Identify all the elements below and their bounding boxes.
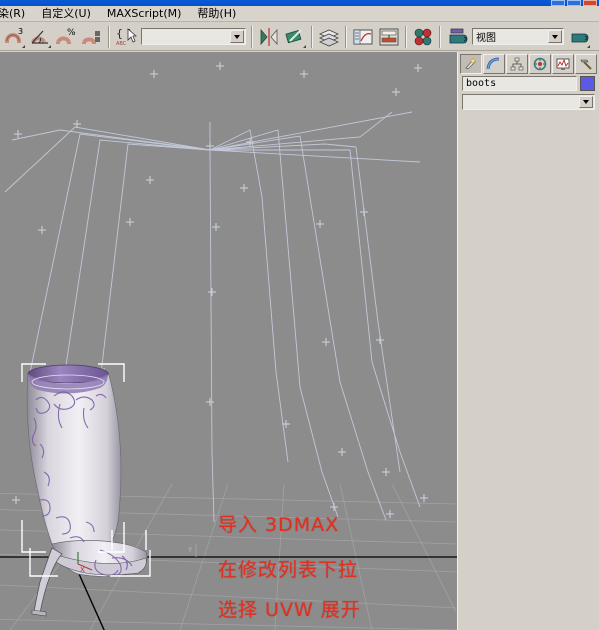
max-application-window: 染(R) 自定义(U) MAXScript(M) 帮助(H) 3 % {} A… (0, 0, 599, 630)
tab-create[interactable] (460, 54, 482, 74)
tab-modify[interactable] (483, 54, 505, 74)
toolbar-separator (345, 25, 347, 48)
menubar: 染(R) 自定义(U) MAXScript(M) 帮助(H) (0, 6, 599, 22)
main-toolbar: 3 % {} ABC 视图 (0, 23, 599, 51)
toolbar-separator (405, 25, 407, 48)
tab-display[interactable] (552, 54, 574, 74)
layer-manager-icon[interactable] (316, 24, 342, 49)
modifier-list-combo[interactable] (462, 94, 595, 110)
toolbar-separator (439, 25, 441, 48)
chevron-down-icon (583, 100, 589, 104)
boot-mesh (26, 364, 148, 617)
svg-text:3: 3 (18, 27, 23, 36)
named-selection-set-dropdown-arrow[interactable] (230, 30, 244, 43)
world-axis-gizmo: Y (187, 544, 197, 557)
svg-text:ABC: ABC (116, 41, 127, 47)
flyout-corner-icon (48, 45, 51, 48)
menu-customize[interactable]: 自定义(U) (33, 6, 99, 21)
menu-help[interactable]: 帮助(H) (189, 6, 244, 21)
annotation-import-3dmax: 导入 3DMAX (218, 514, 340, 536)
chevron-down-icon (234, 34, 240, 39)
command-panel-tabs (458, 52, 599, 74)
render-viewport-value: 视图 (476, 33, 496, 44)
flyout-corner-icon (587, 45, 590, 48)
align-icon[interactable] (282, 24, 308, 49)
schematic-view-icon[interactable] (376, 24, 402, 49)
perspective-viewport[interactable]: X Y 导入 3DMAX 在修改列表下拉 选择 UVW 展开 (0, 52, 457, 630)
axis-label-x: X (80, 566, 85, 574)
annotation-select-uvw-unwrap: 选择 UVW 展开 (218, 599, 361, 621)
toolbar-separator (311, 25, 313, 48)
snap-toggle-3-icon[interactable]: 3 (1, 24, 27, 49)
modifier-list-dropdown-arrow[interactable] (579, 96, 593, 108)
command-panel: boots 使用轴点 选择修改器网格选择面片选择多边形选择体积选择世界空间修改器… (457, 52, 599, 630)
named-selection-set-combo[interactable] (141, 28, 246, 45)
tab-hierarchy[interactable] (506, 54, 528, 74)
tab-motion[interactable] (529, 54, 551, 74)
menu-maxscript[interactable]: MAXScript(M) (99, 6, 190, 21)
render-viewport-combo[interactable]: 视图 (472, 28, 564, 45)
flyout-corner-icon (303, 45, 306, 48)
angle-snap-icon[interactable] (27, 24, 53, 49)
named-selection-sets-icon[interactable]: { } ABC (113, 24, 139, 49)
curve-editor-icon[interactable] (350, 24, 376, 49)
render-viewport-dropdown-arrow[interactable] (548, 30, 562, 43)
material-editor-icon[interactable] (410, 24, 436, 49)
axis-label-y: Y (187, 546, 193, 554)
tab-utilities[interactable] (575, 54, 597, 74)
object-color-swatch[interactable] (580, 76, 595, 91)
chevron-down-icon (552, 34, 558, 39)
object-name-field[interactable]: boots (462, 76, 577, 91)
svg-text:%: % (67, 28, 76, 38)
toolbar-separator (108, 25, 110, 48)
mirror-icon[interactable] (256, 24, 282, 49)
render-scene-icon[interactable] (444, 24, 470, 49)
menu-render[interactable]: 染(R) (0, 6, 33, 21)
toolbar-separator (251, 25, 253, 48)
percent-snap-icon[interactable]: % (53, 24, 79, 49)
flyout-corner-icon (22, 45, 25, 48)
annotation-modifier-list: 在修改列表下拉 (218, 559, 359, 581)
object-name-row: boots (458, 74, 599, 91)
spinner-snap-icon[interactable] (79, 24, 105, 49)
quick-render-icon[interactable] (566, 24, 592, 49)
